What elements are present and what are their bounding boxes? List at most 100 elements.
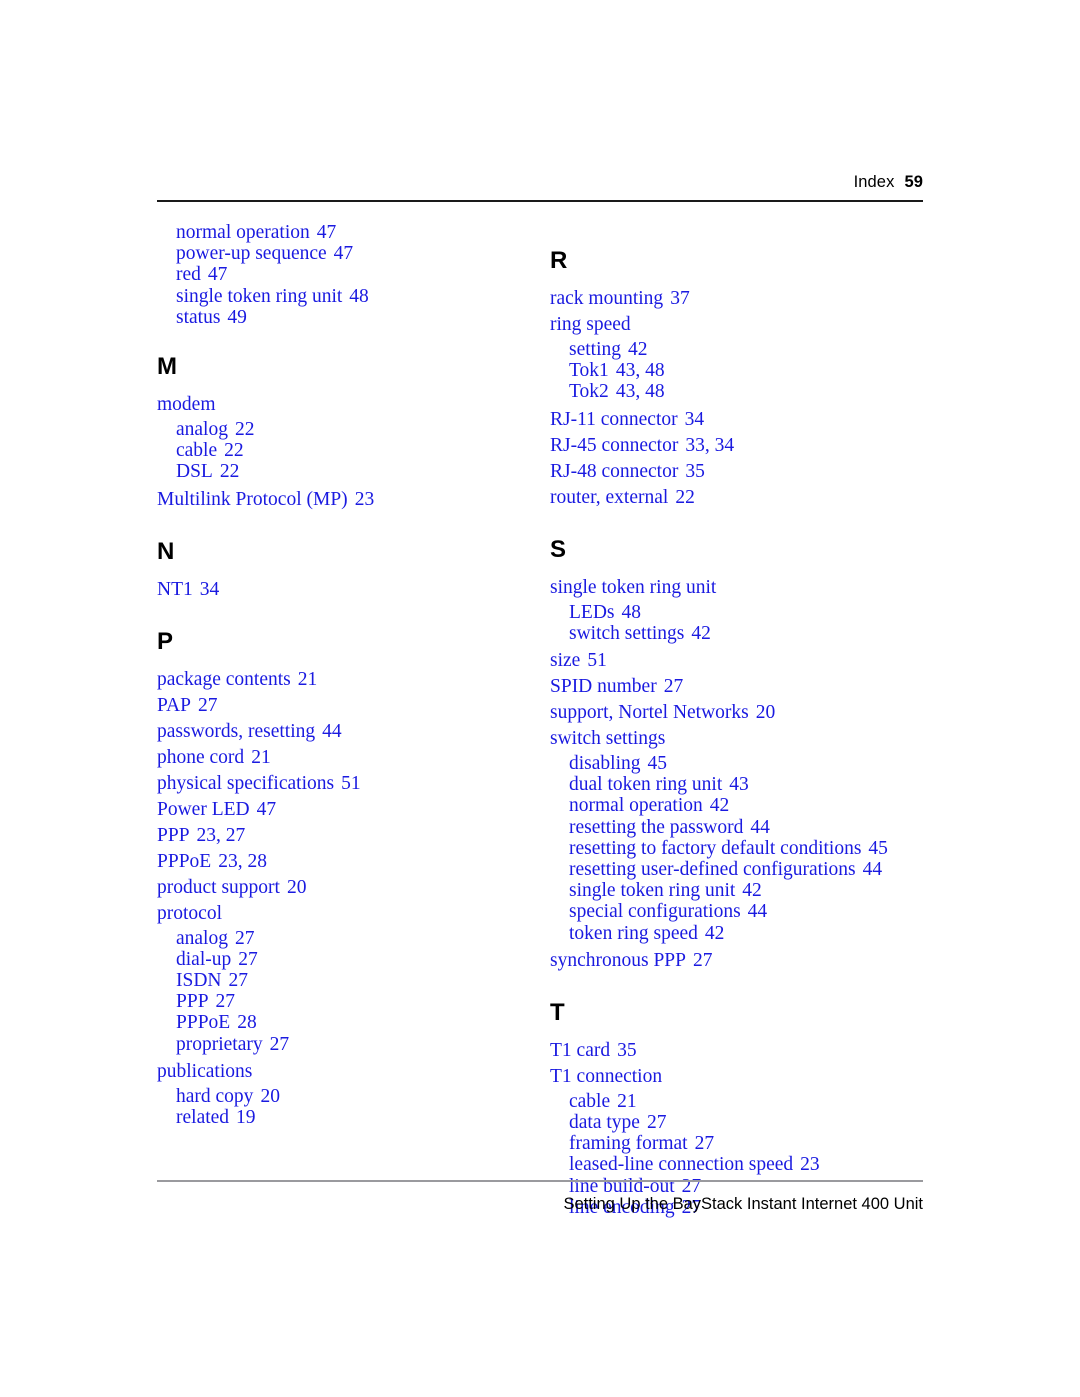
index-subentry[interactable]: setting 42 [550,339,940,360]
index-entry-text: SPID number [550,676,657,698]
index-entry-text: normal operation [569,795,703,817]
running-header: Index 59 [157,173,923,192]
index-subentry[interactable]: LEDs 48 [550,602,940,623]
index-entry-pages: 47 [207,264,228,286]
index-entry-text: switch settings [550,728,666,750]
index-entry-pages: 22 [675,486,695,508]
index-entry-pages: 23, 28 [218,850,267,872]
index-subentry[interactable]: normal operation 47 [157,222,547,243]
index-entry[interactable]: synchronous PPP 27 [550,948,940,974]
index-entry-text: physical specifications [157,772,335,794]
index-subentry[interactable]: leased-line connection speed 23 [550,1154,940,1175]
index-entry-text: Power LED [157,798,250,820]
index-subentry[interactable]: resetting to factory default conditions 4… [550,838,940,859]
index-subentry[interactable]: DSL 22 [157,461,547,482]
index-subentry[interactable]: resetting the password 44 [550,817,940,838]
index-entry[interactable]: T1 card 35 [550,1038,940,1064]
index-entry-text: line build-out [569,1175,675,1197]
index-subentry[interactable]: Tok2 43, 48 [550,381,940,402]
index-subentry[interactable]: analog 22 [157,419,547,440]
index-entry-text: single token ring unit [550,576,717,598]
index-entry[interactable]: router, external 22 [550,485,940,511]
section-letter-wrap: S [550,537,940,562]
index-subentry[interactable]: proprietary 27 [157,1034,547,1055]
index-entry[interactable]: RJ-11 connector 34 [550,407,940,433]
index-subentry[interactable]: token ring speed 42 [550,923,940,944]
index-entry-text: disabling [569,753,641,775]
running-footer: Setting Up the BayStack Instant Internet… [563,1195,923,1213]
index-entry[interactable]: product support 20 [157,875,547,901]
index-entry[interactable]: physical specifications 51 [157,771,547,797]
index-entry[interactable]: SPID number 27 [550,674,940,700]
index-subentry[interactable]: hard copy 20 [157,1086,547,1107]
index-entry-pages: 23 [354,488,375,510]
index-entry-pages: 34 [199,578,220,600]
index-entry-text: phone cord [157,746,245,768]
index-subentry[interactable]: normal operation 42 [550,795,940,816]
index-entry[interactable]: RJ-45 connector 33, 34 [550,433,940,459]
index-subentry[interactable]: dual token ring unit 43 [550,774,940,795]
index-entry[interactable]: PPPoE 23, 28 [157,849,547,875]
index-subentry[interactable]: line build-out 27 [550,1176,940,1197]
index-entry-text: cable [176,440,218,462]
index-subentry[interactable]: single token ring unit 48 [157,286,547,307]
index-entry[interactable]: modem [157,392,547,418]
index-entry[interactable]: PPP 23, 27 [157,823,547,849]
index-entry[interactable]: RJ-48 connector 35 [550,459,940,485]
index-subentry[interactable]: PPP 27 [157,991,547,1012]
index-entry[interactable]: T1 connection [550,1064,940,1090]
index-subentry[interactable]: PPPoE 28 [157,1012,547,1033]
index-entry[interactable]: passwords, resetting 44 [157,719,547,745]
index-entry[interactable]: size 51 [550,648,940,674]
index-entry-pages: 47 [333,243,354,265]
index-entry[interactable]: ring speed [550,312,940,338]
index-entry-text: data type [569,1112,640,1134]
index-subentry[interactable]: dial-up 27 [157,949,547,970]
index-entry-pages: 23, 27 [196,824,246,846]
index-subentry[interactable]: disabling 45 [550,753,940,774]
index-subentry[interactable]: framing format 27 [550,1133,940,1154]
index-entry-text: PPPoE [157,850,212,872]
index-column-right: Rrack mounting 37 ring speed setting 42 Tok1 4… [550,222,940,1218]
index-entry[interactable]: Power LED 47 [157,797,547,823]
index-entry-text: single token ring unit [569,880,736,902]
index-entry[interactable]: NT1 34 [157,577,547,603]
index-entry-text: publications [157,1060,253,1082]
index-entry-text: ring speed [550,314,631,335]
index-subentry[interactable]: ISDN 27 [157,970,547,991]
index-subentry[interactable]: switch settings 42 [550,623,940,644]
index-entry-pages: 42 [742,880,762,902]
index-entry[interactable]: switch settings [550,726,940,752]
index-entry[interactable]: Multilink Protocol (MP) 23 [157,487,547,513]
index-subentry[interactable]: analog 27 [157,928,547,949]
index-subentry[interactable]: Tok1 43, 48 [550,360,940,381]
index-entry[interactable]: protocol [157,901,547,927]
index-subentry[interactable]: single token ring unit 42 [550,880,940,901]
index-subentry[interactable]: related 19 [157,1107,547,1128]
index-subentry[interactable]: status 49 [157,307,547,328]
index-entry-text: power-up sequence [176,243,327,265]
index-subentry[interactable]: power-up sequence 47 [157,243,547,264]
index-subentry[interactable]: special configurations 44 [550,901,940,922]
index-subentry[interactable]: cable 21 [550,1091,940,1112]
index-entry[interactable]: support, Nortel Networks 20 [550,700,940,726]
index-entry[interactable]: rack mounting 37 [550,286,940,312]
index-entry[interactable]: phone cord 21 [157,745,547,771]
index-subentry[interactable]: red 47 [157,264,547,285]
index-entry-pages: 27 [269,1033,290,1055]
index-entry[interactable]: PAP 27 [157,693,547,719]
index-entry-text: PAP [157,694,191,716]
index-subentry[interactable]: data type 27 [550,1112,940,1133]
section-letter-wrap: N [157,539,547,564]
index-entry-text: passwords, resetting [157,720,316,742]
index-subentry[interactable]: cable 22 [157,440,547,461]
index-entry[interactable]: publications [157,1059,547,1085]
index-entry[interactable]: single token ring unit [550,575,940,601]
index-entry-text: Tok2 [569,381,609,403]
index-entry-pages: 22 [224,440,244,462]
index-entry-text: switch settings [569,622,685,644]
index-subentry[interactable]: resetting user-defined configurations 44 [550,859,940,880]
index-entry-text: T1 card [550,1039,611,1061]
index-entry-pages: 27 [693,949,713,971]
index-entry[interactable]: package contents 21 [157,667,547,693]
